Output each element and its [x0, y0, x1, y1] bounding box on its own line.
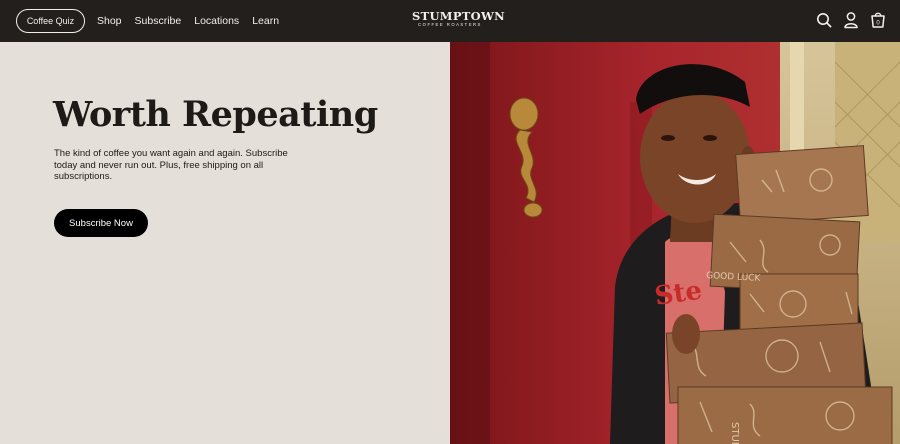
nav-link-locations[interactable]: Locations — [194, 15, 239, 27]
header-icons: 0 — [816, 11, 886, 29]
nav-link-shop[interactable]: Shop — [97, 15, 122, 27]
logo-tagline: COFFEE ROASTERS — [418, 22, 482, 27]
coffee-quiz-button[interactable]: Coffee Quiz — [16, 9, 85, 33]
search-icon[interactable] — [816, 11, 832, 29]
hero-subtitle: The kind of coffee you want again and ag… — [54, 148, 288, 182]
site-header: Coffee Quiz Shop Subscribe Locations Lea… — [0, 0, 900, 42]
nav-link-subscribe[interactable]: Subscribe — [135, 15, 182, 27]
hero-title: Worth Repeating — [53, 94, 378, 135]
subscribe-now-button[interactable]: Subscribe Now — [54, 209, 148, 237]
hero-text-panel: Worth Repeating The kind of coffee you w… — [0, 42, 450, 444]
hero-image: Ste GOOD LUCK STUMP — [450, 42, 900, 444]
nav-link-learn[interactable]: Learn — [252, 15, 279, 27]
man-with-coffee-boxes-photo: Ste GOOD LUCK STUMP — [450, 42, 900, 444]
main-nav: Shop Subscribe Locations Learn — [97, 0, 279, 42]
stumptown-logo[interactable]: STUMPTOWN COFFEE ROASTERS — [412, 9, 505, 28]
cart-icon[interactable]: 0 — [870, 11, 886, 29]
svg-text:STUMP: STUMP — [729, 422, 740, 444]
cart-count: 0 — [876, 21, 880, 27]
logo-wordmark: STUMPTOWN — [412, 9, 505, 23]
account-icon[interactable] — [843, 11, 859, 29]
